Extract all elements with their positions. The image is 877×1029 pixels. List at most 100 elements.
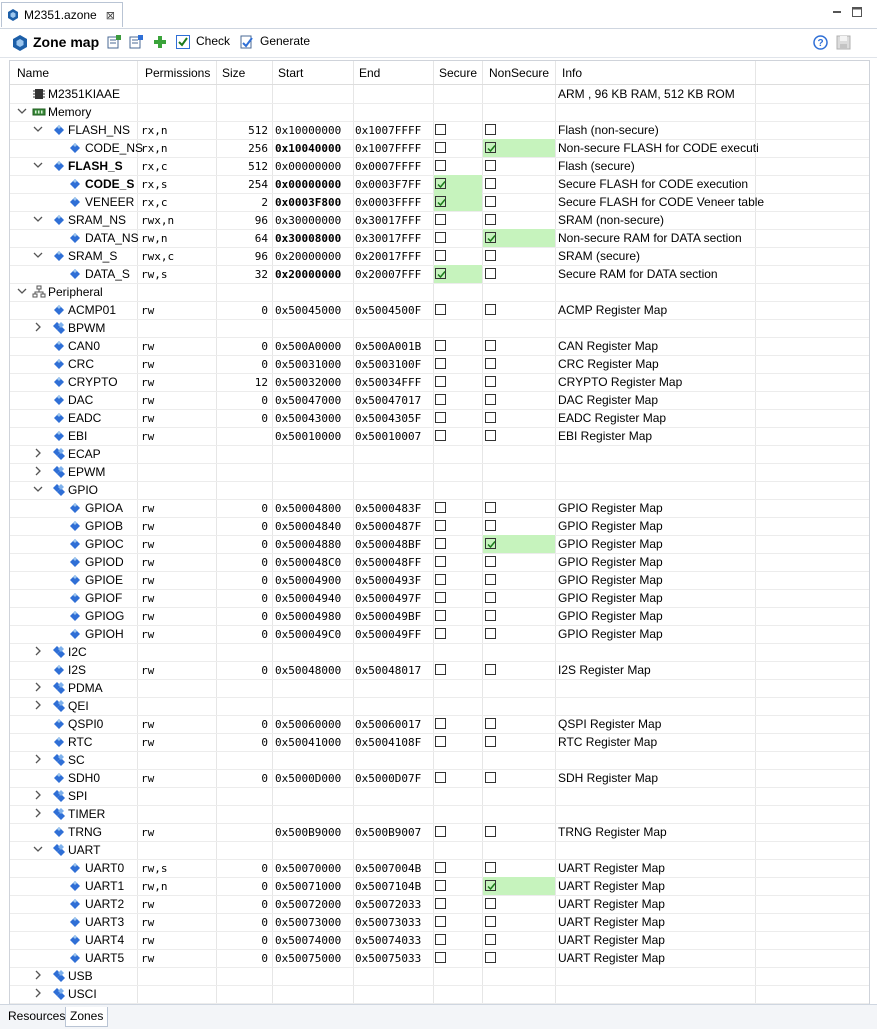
secure-checkbox[interactable] bbox=[435, 898, 446, 909]
generate-icon[interactable] bbox=[240, 35, 254, 49]
table-row[interactable]: GPIOF rw 0 0x50004940 0x5000497F GPIO Registe… bbox=[10, 589, 869, 608]
table-row[interactable]: DATA_NS rw,n 64 0x30008000 0x30017FFF Non-sec… bbox=[10, 229, 869, 248]
nonsecure-checkbox[interactable] bbox=[485, 628, 496, 639]
table-row[interactable]: GPIOG rw 0 0x50004980 0x500049BF GPIO Registe… bbox=[10, 607, 869, 626]
nonsecure-checkbox[interactable] bbox=[485, 160, 496, 171]
table-row[interactable]: USCI bbox=[10, 985, 869, 1004]
nonsecure-checkbox[interactable] bbox=[485, 772, 496, 783]
table-row[interactable]: SDH0 rw 0 0x5000D000 0x5000D07F SDH Register … bbox=[10, 769, 869, 788]
nonsecure-checkbox[interactable] bbox=[485, 736, 496, 747]
nonsecure-checkbox[interactable] bbox=[485, 826, 496, 837]
table-row[interactable]: RTC rw 0 0x50041000 0x5004108F RTC Register M… bbox=[10, 733, 869, 752]
secure-checkbox[interactable] bbox=[435, 340, 446, 351]
nonsecure-checkbox[interactable] bbox=[485, 898, 496, 909]
nonsecure-checkbox[interactable] bbox=[485, 376, 496, 387]
table-row[interactable]: UART1 rw,n 0 0x50071000 0x5007104B UART Regis… bbox=[10, 877, 869, 896]
add-icon[interactable] bbox=[153, 35, 167, 49]
table-row[interactable]: FLASH_NS rx,n 512 0x10000000 0x1007FFFF Flash… bbox=[10, 121, 869, 140]
secure-checkbox[interactable] bbox=[435, 232, 446, 243]
tab-resources[interactable]: Resources bbox=[4, 1007, 69, 1026]
nonsecure-checkbox[interactable] bbox=[485, 934, 496, 945]
nonsecure-checkbox[interactable] bbox=[485, 340, 496, 351]
nonsecure-checkbox[interactable] bbox=[485, 250, 496, 261]
help-icon[interactable]: ? bbox=[813, 35, 828, 50]
secure-checkbox[interactable] bbox=[435, 124, 446, 135]
secure-checkbox[interactable] bbox=[435, 628, 446, 639]
table-row[interactable]: I2C bbox=[10, 643, 869, 662]
nonsecure-checkbox[interactable] bbox=[485, 538, 496, 549]
chevron-right-icon[interactable] bbox=[33, 700, 43, 710]
table-row[interactable]: SRAM_S rwx,c 96 0x20000000 0x20017FFF SRAM (s… bbox=[10, 247, 869, 266]
nonsecure-checkbox[interactable] bbox=[485, 520, 496, 531]
save-icon[interactable] bbox=[836, 35, 851, 50]
nonsecure-checkbox[interactable] bbox=[485, 592, 496, 603]
nonsecure-checkbox[interactable] bbox=[485, 268, 496, 279]
nonsecure-checkbox[interactable] bbox=[485, 394, 496, 405]
secure-checkbox[interactable] bbox=[435, 736, 446, 747]
table-row[interactable]: EADC rw 0 0x50043000 0x5004305F EADC Register… bbox=[10, 409, 869, 428]
table-row[interactable]: UART2 rw 0 0x50072000 0x50072033 UART Registe… bbox=[10, 895, 869, 914]
nonsecure-checkbox[interactable] bbox=[485, 358, 496, 369]
secure-checkbox[interactable] bbox=[435, 520, 446, 531]
export-icon[interactable] bbox=[107, 35, 121, 49]
column-header-size[interactable]: Size bbox=[222, 66, 245, 80]
table-row[interactable]: Peripheral bbox=[10, 283, 869, 302]
check-icon[interactable] bbox=[176, 35, 190, 49]
table-row[interactable]: UART bbox=[10, 841, 869, 860]
table-row[interactable]: PDMA bbox=[10, 679, 869, 698]
table-row[interactable]: SRAM_NS rwx,n 96 0x30000000 0x30017FFF SRAM (… bbox=[10, 211, 869, 230]
nonsecure-checkbox[interactable] bbox=[485, 214, 496, 225]
secure-checkbox[interactable] bbox=[435, 268, 446, 279]
table-row[interactable]: GPIOD rw 0 0x500048C0 0x500048FF GPIO Registe… bbox=[10, 553, 869, 572]
table-row[interactable]: EPWM bbox=[10, 463, 869, 482]
nonsecure-checkbox[interactable] bbox=[485, 196, 496, 207]
tab-zones[interactable]: Zones bbox=[65, 1007, 109, 1027]
secure-checkbox[interactable] bbox=[435, 880, 446, 891]
secure-checkbox[interactable] bbox=[435, 394, 446, 405]
secure-checkbox[interactable] bbox=[435, 934, 446, 945]
table-row[interactable]: CODE_NS rx,n 256 0x10040000 0x1007FFFF Non-se… bbox=[10, 139, 869, 158]
table-row[interactable]: GPIOB rw 0 0x50004840 0x5000487F GPIO Registe… bbox=[10, 517, 869, 536]
table-row[interactable]: Memory bbox=[10, 103, 869, 122]
table-row[interactable]: EBI rw 0x50010000 0x50010007 EBI Register Ma… bbox=[10, 427, 869, 446]
column-header-nonsecure[interactable]: NonSecure bbox=[489, 66, 549, 80]
secure-checkbox[interactable] bbox=[435, 718, 446, 729]
column-header-info[interactable]: Info bbox=[562, 66, 582, 80]
maximize-icon[interactable] bbox=[851, 6, 863, 18]
nonsecure-checkbox[interactable] bbox=[485, 430, 496, 441]
table-row[interactable]: DATA_S rw,s 32 0x20000000 0x20007FFF Secure R… bbox=[10, 265, 869, 284]
nonsecure-checkbox[interactable] bbox=[485, 880, 496, 891]
chevron-right-icon[interactable] bbox=[33, 322, 43, 332]
nonsecure-checkbox[interactable] bbox=[485, 574, 496, 585]
secure-checkbox[interactable] bbox=[435, 250, 446, 261]
import-icon[interactable] bbox=[129, 35, 143, 49]
chevron-down-icon[interactable] bbox=[33, 484, 43, 494]
table-row[interactable]: CRC rw 0 0x50031000 0x5003100F CRC Register M… bbox=[10, 355, 869, 374]
table-row[interactable]: TRNG rw 0x500B9000 0x500B9007 TRNG Register … bbox=[10, 823, 869, 842]
table-row[interactable]: USB bbox=[10, 967, 869, 986]
close-tab-icon[interactable]: ⊠ bbox=[106, 9, 115, 22]
check-button[interactable]: Check bbox=[196, 34, 230, 48]
nonsecure-checkbox[interactable] bbox=[485, 232, 496, 243]
editor-tab-m2351-azone[interactable]: M2351.azone ⊠ bbox=[1, 2, 123, 27]
secure-checkbox[interactable] bbox=[435, 538, 446, 549]
nonsecure-checkbox[interactable] bbox=[485, 664, 496, 675]
secure-checkbox[interactable] bbox=[435, 664, 446, 675]
nonsecure-checkbox[interactable] bbox=[485, 916, 496, 927]
column-header-secure[interactable]: Secure bbox=[439, 66, 477, 80]
table-row[interactable]: GPIO bbox=[10, 481, 869, 500]
table-row[interactable]: ECAP bbox=[10, 445, 869, 464]
column-header-end[interactable]: End bbox=[359, 66, 380, 80]
chevron-right-icon[interactable] bbox=[33, 448, 43, 458]
table-row[interactable]: QSPI0 rw 0 0x50060000 0x50060017 QSPI Registe… bbox=[10, 715, 869, 734]
table-row[interactable]: GPIOA rw 0 0x50004800 0x5000483F GPIO Registe… bbox=[10, 499, 869, 518]
table-row[interactable]: FLASH_S rx,c 512 0x00000000 0x0007FFFF Flash … bbox=[10, 157, 869, 176]
table-row[interactable]: GPIOE rw 0 0x50004900 0x5000493F GPIO Registe… bbox=[10, 571, 869, 590]
table-row[interactable]: GPIOH rw 0 0x500049C0 0x500049FF GPIO Registe… bbox=[10, 625, 869, 644]
nonsecure-checkbox[interactable] bbox=[485, 556, 496, 567]
chevron-down-icon[interactable] bbox=[33, 160, 43, 170]
secure-checkbox[interactable] bbox=[435, 412, 446, 423]
chevron-down-icon[interactable] bbox=[17, 286, 27, 296]
table-row[interactable]: TIMER bbox=[10, 805, 869, 824]
secure-checkbox[interactable] bbox=[435, 358, 446, 369]
